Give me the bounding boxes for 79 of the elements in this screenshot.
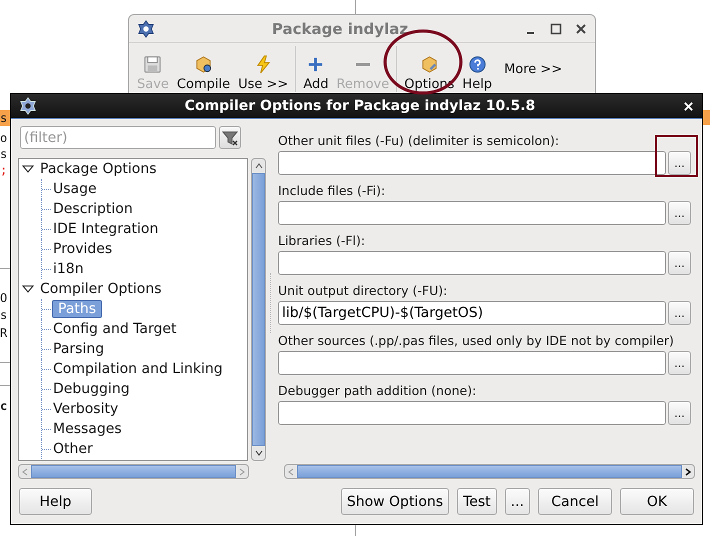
browse-button[interactable]: ... bbox=[668, 351, 691, 375]
tree-item[interactable]: Config and Target bbox=[52, 321, 178, 337]
splitter-handle[interactable] bbox=[270, 272, 272, 332]
scroll-thumb[interactable] bbox=[297, 465, 682, 478]
browse-button[interactable]: ... bbox=[668, 401, 691, 425]
path-field[interactable] bbox=[278, 351, 666, 375]
code-fragment: s bbox=[0, 307, 8, 323]
vertical-scrollbar[interactable] bbox=[251, 158, 266, 461]
field-label: Include files (-Fi): bbox=[278, 183, 386, 200]
code-fragment: O bbox=[0, 290, 8, 306]
dialog-button[interactable]: OK bbox=[620, 488, 694, 515]
dialog-button[interactable]: Show Options bbox=[340, 488, 450, 515]
floppy-icon bbox=[143, 55, 162, 74]
toolbar-button[interactable]: Help bbox=[458, 46, 496, 92]
field-label: Other unit files (-Fu) (delimiter is semicolon): bbox=[278, 133, 560, 150]
code-fragment: c bbox=[0, 398, 8, 414]
expander-icon[interactable] bbox=[22, 163, 34, 175]
app-icon bbox=[137, 20, 155, 38]
path-field[interactable] bbox=[278, 151, 666, 175]
tree-item[interactable]: Messages bbox=[52, 421, 123, 437]
window-title: Compiler Options for Package indylaz 10.5.8 bbox=[184, 98, 536, 114]
tree-item[interactable]: Description bbox=[52, 201, 134, 217]
scroll-thumb[interactable] bbox=[31, 465, 236, 478]
tree-item[interactable]: Compiler Options bbox=[39, 281, 162, 297]
code-fragment: s bbox=[0, 110, 10, 126]
browse-button[interactable]: ... bbox=[668, 151, 691, 175]
tree-item[interactable]: Other bbox=[52, 441, 94, 457]
filter-field[interactable]: (filter) bbox=[20, 126, 216, 149]
tree-item[interactable]: Provides bbox=[52, 241, 114, 257]
close-icon[interactable] bbox=[575, 22, 587, 34]
tree-item[interactable]: Package Options bbox=[39, 161, 158, 177]
path-field[interactable] bbox=[278, 401, 666, 425]
toolbar-button[interactable]: More >> bbox=[496, 46, 566, 92]
toolbar-button[interactable]: Add bbox=[299, 46, 332, 92]
browse-button[interactable]: ... bbox=[668, 251, 691, 275]
code-fragment: R bbox=[0, 325, 8, 341]
maximize-icon[interactable] bbox=[550, 22, 562, 34]
funnel-icon bbox=[222, 130, 238, 146]
field-label: Unit output directory (-FU): bbox=[278, 283, 448, 300]
expander-icon[interactable] bbox=[22, 283, 34, 295]
scroll-right-icon[interactable] bbox=[684, 468, 692, 476]
tree-item[interactable]: Verbosity bbox=[52, 401, 120, 417]
help-button[interactable]: Help bbox=[19, 488, 92, 515]
code-fragment: o bbox=[0, 130, 8, 146]
window-title: Package indylaz bbox=[270, 20, 410, 38]
help-icon bbox=[468, 55, 487, 74]
code-fragment: ; bbox=[0, 162, 8, 178]
tree-item[interactable]: i18n bbox=[52, 261, 85, 277]
path-field[interactable] bbox=[278, 251, 666, 275]
app-icon bbox=[19, 97, 37, 115]
tree-item[interactable]: Parsing bbox=[52, 341, 106, 357]
toolbar-button[interactable]: Compile bbox=[172, 46, 234, 92]
scroll-left-icon[interactable] bbox=[21, 468, 29, 476]
horizontal-scrollbar[interactable] bbox=[18, 464, 249, 479]
tree-item[interactable]: Compilation and Linking bbox=[52, 361, 224, 377]
tree-item[interactable]: IDE Integration bbox=[52, 221, 160, 237]
field-label: Debugger path addition (none): bbox=[278, 383, 478, 400]
dialog-button[interactable]: Test bbox=[457, 488, 497, 515]
horizontal-scrollbar[interactable] bbox=[284, 464, 695, 479]
dialog-button[interactable]: ... bbox=[504, 488, 530, 515]
package-wrench-icon bbox=[420, 55, 439, 74]
browse-button[interactable]: ... bbox=[668, 301, 691, 325]
path-field[interactable]: lib/$(TargetCPU)-$(TargetOS) bbox=[278, 301, 666, 325]
tree-item[interactable]: Debugging bbox=[52, 381, 131, 397]
scroll-thumb[interactable] bbox=[252, 173, 265, 446]
dialog-button[interactable]: Cancel bbox=[538, 488, 612, 515]
tree-item[interactable]: Usage bbox=[52, 181, 98, 197]
field-label: Libraries (-Fl): bbox=[278, 233, 366, 250]
path-field[interactable] bbox=[278, 201, 666, 225]
browse-button[interactable]: ... bbox=[668, 201, 691, 225]
toolbar-button[interactable]: Use >> bbox=[234, 46, 292, 92]
code-fragment: s bbox=[0, 146, 8, 162]
minus-icon bbox=[356, 63, 370, 66]
scroll-up-icon[interactable] bbox=[254, 162, 263, 170]
package-gear-icon bbox=[194, 55, 213, 74]
clear-filter-button[interactable] bbox=[219, 126, 241, 149]
scroll-left-icon[interactable] bbox=[287, 468, 295, 476]
scroll-down-icon[interactable] bbox=[254, 449, 263, 457]
field-label: Other sources (.pp/.pas files, used only by IDE not by compiler) bbox=[278, 333, 675, 350]
